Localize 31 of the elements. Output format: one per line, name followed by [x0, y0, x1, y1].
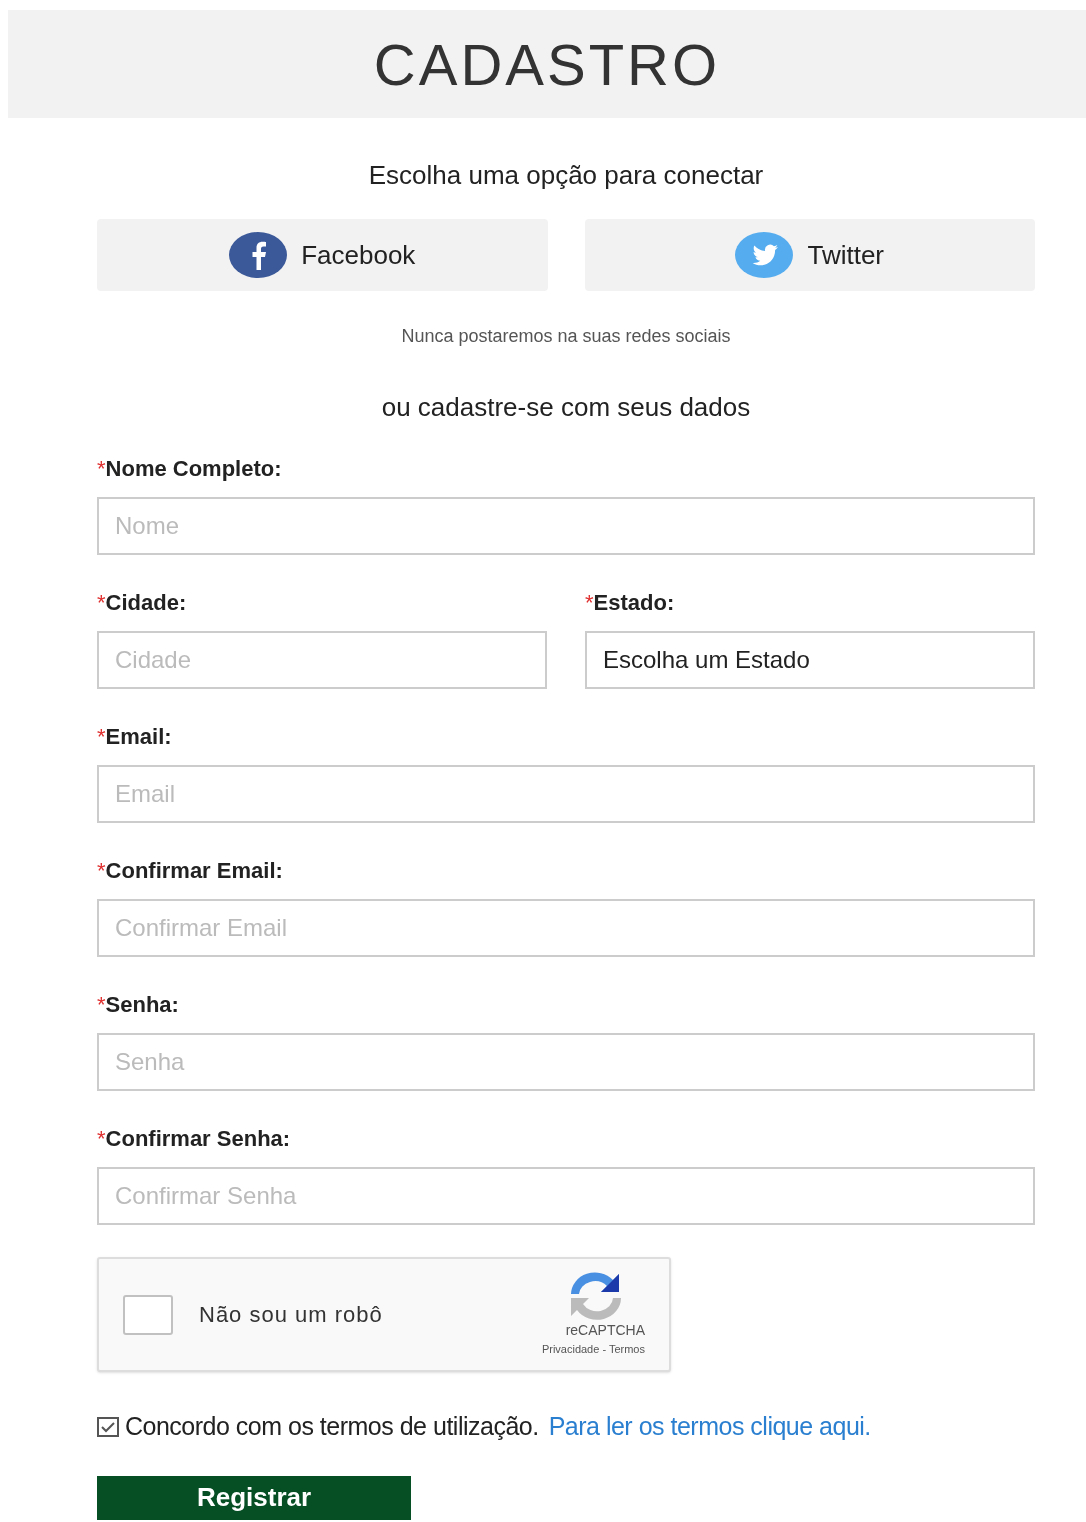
field-label: *Cidade: [97, 588, 187, 617]
input-field[interactable]: Cidade [97, 631, 547, 689]
facebook-button[interactable]: Facebook [97, 219, 548, 291]
page-title: CADASTRO [373, 30, 721, 99]
field-label: *Senha: [97, 990, 179, 1019]
section-subtitle: ou cadastre-se com seus dados [380, 391, 752, 424]
register-button[interactable]: Registrar [97, 1475, 411, 1520]
captcha-checkbox[interactable] [123, 1294, 173, 1335]
field-label: *Confirmar Email: [97, 856, 283, 885]
terms-link[interactable]: Para ler os termos clique aqui. [548, 1408, 871, 1446]
input-field[interactable]: Email [97, 765, 1035, 823]
social-note: Nunca postaremos na suas redes sociais [400, 325, 732, 348]
field-label: *Email: [97, 722, 172, 751]
input-field[interactable]: Confirmar Senha [97, 1167, 1035, 1225]
twitter-button[interactable]: Twitter [584, 219, 1035, 291]
field-label: *Nome Completo: [97, 454, 282, 483]
state-select[interactable]: Escolha um Estado [585, 631, 1035, 689]
field-label: *Confirmar Senha: [97, 1124, 291, 1153]
input-field[interactable]: Nome [97, 497, 1035, 555]
input-field[interactable]: Senha [97, 1033, 1035, 1091]
captcha-label: Não sou um robô [199, 1301, 383, 1329]
terms-checkbox[interactable] [97, 1416, 119, 1437]
recaptcha-brand: reCAPTCHA [565, 1320, 645, 1340]
field-label: *Estado: [585, 588, 675, 617]
check-icon [100, 1420, 116, 1433]
connect-prompt: Escolha uma opção para conectar [367, 159, 765, 192]
bird-icon [735, 232, 794, 278]
facebook-icon [229, 232, 288, 278]
terms-text: Concordo com os termos de utilização. [125, 1411, 539, 1442]
recaptcha-links: Privacidade - Termos [541, 1341, 645, 1357]
input-field[interactable]: Confirmar Email [97, 899, 1035, 957]
